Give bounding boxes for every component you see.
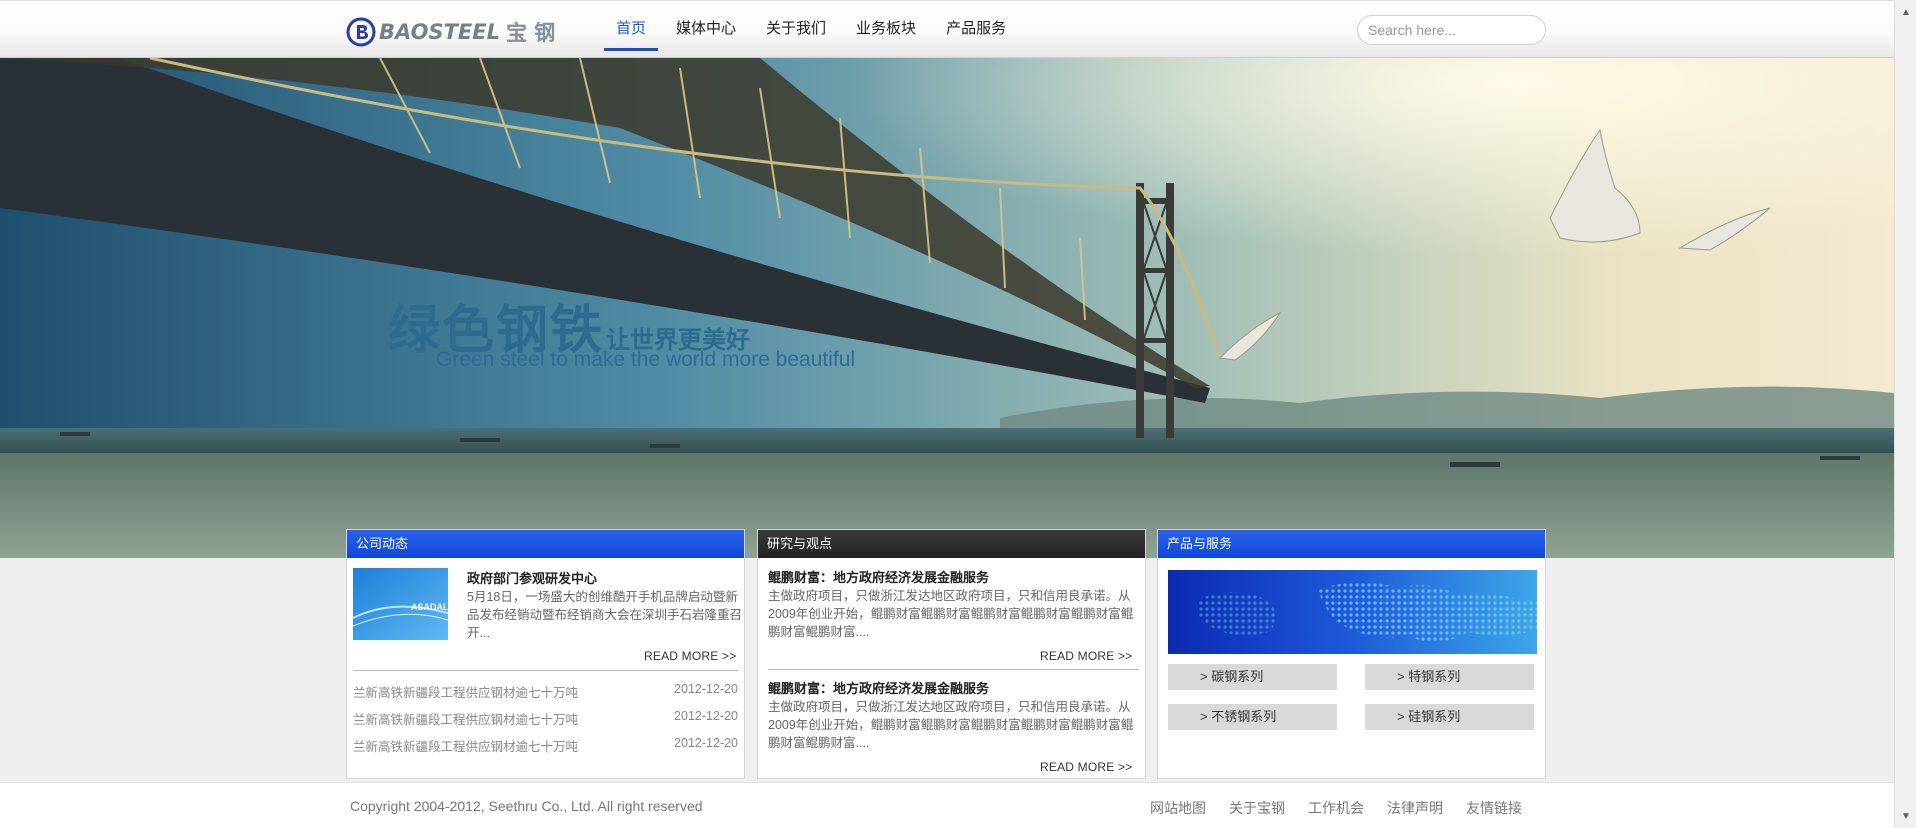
- news-divider: [353, 670, 738, 671]
- news-feature-title[interactable]: 政府部门参观研发中心: [467, 568, 597, 587]
- research-read-more-link[interactable]: READ MORE >>: [1040, 649, 1132, 663]
- footer-link-legal[interactable]: 法律声明: [1387, 798, 1443, 818]
- research-article-title[interactable]: 鲲鹏财富：地方政府经济发展金融服务: [768, 678, 989, 697]
- site-footer: Copyright 2004-2012, Seethru Co., Ltd. A…: [0, 782, 1894, 828]
- nav-item-products[interactable]: 产品服务: [934, 1, 1018, 51]
- footer-link-friends[interactable]: 友情链接: [1466, 798, 1522, 818]
- footer-link-jobs[interactable]: 工作机会: [1308, 798, 1364, 818]
- research-panel: 研究与观点 鲲鹏财富：地方政府经济发展金融服务 主做政府项目，只做浙江发达地区政…: [757, 529, 1146, 779]
- research-divider: [768, 669, 1139, 670]
- news-read-more-link[interactable]: READ MORE >>: [644, 649, 736, 663]
- footer-link-sitemap[interactable]: 网站地图: [1150, 798, 1206, 818]
- baosteel-logo-icon: [346, 17, 376, 47]
- products-panel: 产品与服务 > 碳钢系列 > 特钢系列 > 不锈钢系列 > 硅钢系列: [1157, 529, 1546, 779]
- news-feature-body: 5月18日，一场盛大的创维酷开手机品牌启动暨新品发布经销动暨布经销商大会在深圳手…: [467, 590, 743, 640]
- footer-link-about[interactable]: 关于宝钢: [1229, 798, 1285, 818]
- logo-text: BAOSTEEL: [379, 20, 500, 44]
- product-special-steel-button[interactable]: > 特钢系列: [1365, 664, 1534, 690]
- logo-cn-text: 宝 钢: [506, 21, 556, 45]
- research-read-more-link[interactable]: READ MORE >>: [1040, 760, 1132, 774]
- news-list-item-date: 2012-12-20: [674, 682, 738, 696]
- company-news-title: 公司动态: [347, 530, 744, 558]
- world-map-image: [1168, 570, 1537, 654]
- research-article-body: 主做政府项目，只做浙江发达地区政府项目，只和信用良承诺。从2009年创业开始，鲲…: [768, 700, 1134, 750]
- research-title: 研究与观点: [758, 530, 1145, 558]
- search-input[interactable]: [1357, 15, 1546, 45]
- nav-item-business[interactable]: 业务板块: [844, 1, 928, 51]
- news-thumbnail-text: ASADAL: [411, 602, 448, 612]
- product-stainless-steel-button[interactable]: > 不锈钢系列: [1168, 704, 1337, 730]
- product-carbon-steel-button[interactable]: > 碳钢系列: [1168, 664, 1337, 690]
- scroll-down-icon[interactable]: ▼: [1895, 806, 1916, 826]
- news-list-item-title: 兰新高铁新疆段工程供应钢材逾七十万吨: [353, 686, 579, 700]
- news-list-item[interactable]: 兰新高铁新疆段工程供应钢材逾七十万吨 2012-12-20: [353, 736, 738, 755]
- news-feature-thumbnail[interactable]: ASADAL: [353, 568, 448, 640]
- main-nav: 首页 媒体中心 关于我们 业务板块 产品服务: [604, 1, 1024, 51]
- footer-links: 网站地图 关于宝钢 工作机会 法律声明 友情链接: [1150, 798, 1522, 818]
- baosteel-logo[interactable]: BAOSTEEL 宝 钢: [346, 15, 555, 49]
- nav-item-about-us[interactable]: 关于我们: [754, 1, 838, 51]
- news-list-item[interactable]: 兰新高铁新疆段工程供应钢材逾七十万吨 2012-12-20: [353, 682, 738, 701]
- news-feature: ASADAL 政府部门参观研发中心 5月18日，一场盛大的创维酷开手机品牌启动暨…: [353, 568, 742, 648]
- news-list-item-date: 2012-12-20: [674, 736, 738, 750]
- news-list-item-title: 兰新高铁新疆段工程供应钢材逾七十万吨: [353, 713, 579, 727]
- site-header: BAOSTEEL 宝 钢 首页 媒体中心 关于我们 业务板块 产品服务: [0, 0, 1894, 58]
- banner-slogan-en: Green steel to make the world more beaut…: [436, 348, 856, 371]
- research-article-body: 主做政府项目，只做浙江发达地区政府项目，只和信用良承诺。从2009年创业开始，鲲…: [768, 589, 1134, 639]
- nav-item-media-center[interactable]: 媒体中心: [664, 1, 748, 51]
- research-article-title[interactable]: 鲲鹏财富：地方政府经济发展金融服务: [768, 567, 989, 586]
- page-scrollbar[interactable]: ▲ ▼: [1894, 0, 1916, 828]
- products-banner-image[interactable]: [1168, 570, 1537, 654]
- scroll-up-icon[interactable]: ▲: [1895, 2, 1916, 22]
- nav-item-home[interactable]: 首页: [604, 1, 659, 51]
- company-news-panel: 公司动态 ASADAL 政府部门参观研发中心 5月18日，一场盛大的创维酷开手机…: [346, 529, 745, 779]
- news-list-item-date: 2012-12-20: [674, 709, 738, 723]
- products-title: 产品与服务: [1158, 530, 1545, 558]
- product-silicon-steel-button[interactable]: > 硅钢系列: [1365, 704, 1534, 730]
- copyright-text: Copyright 2004-2012, Seethru Co., Ltd. A…: [350, 798, 703, 814]
- news-list-item-title: 兰新高铁新疆段工程供应钢材逾七十万吨: [353, 740, 579, 754]
- bridge-banner-image: [0, 58, 1894, 558]
- hero-banner: 绿色钢铁让世界更美好 Green steel to make the world…: [0, 58, 1894, 558]
- news-list-item[interactable]: 兰新高铁新疆段工程供应钢材逾七十万吨 2012-12-20: [353, 709, 738, 728]
- news-thumbnail-image: ASADAL: [353, 568, 448, 640]
